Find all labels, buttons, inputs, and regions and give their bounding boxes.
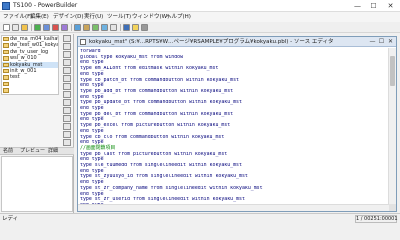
menu-run[interactable]: 実行(U) <box>84 12 103 22</box>
menu-tools[interactable]: ツール(T) <box>107 12 131 22</box>
checkbox-tool-icon[interactable] <box>63 115 71 122</box>
datawindow-icon <box>3 37 9 42</box>
tree-item-label: init_w_001 <box>10 67 37 74</box>
deploy-icon[interactable] <box>52 24 59 31</box>
menu-bar: ファイル(F) 編集(E) デザイン(D) 実行(U) ツール(T) ウィンドウ… <box>0 12 400 22</box>
tab-tool-icon[interactable] <box>63 139 71 146</box>
status-text: レディ <box>2 216 19 222</box>
control-toolbar <box>61 35 73 147</box>
script-icon[interactable] <box>110 24 117 31</box>
resize-grip[interactable] <box>389 204 396 211</box>
menu-window[interactable]: ウィンドウ(W) <box>132 12 169 22</box>
status-bar: レディ 1 / 00251:00001 <box>0 213 400 223</box>
run-icon[interactable] <box>34 24 41 31</box>
vertical-scrollbar[interactable] <box>388 48 396 204</box>
database-icon[interactable] <box>92 24 99 31</box>
datawindow-icon <box>3 43 9 48</box>
window-object-icon <box>3 62 9 67</box>
select-tool-icon[interactable] <box>63 35 71 42</box>
toolbar-separator <box>71 24 72 31</box>
group-tool-icon[interactable] <box>63 99 71 106</box>
folder-icon <box>3 81 9 87</box>
oval-tool-icon[interactable] <box>63 91 71 98</box>
powerbuilder-app-icon <box>2 2 10 10</box>
main-toolbar <box>0 22 400 33</box>
tree-item-label: dw_test_w01_kokyaku_mst <box>10 42 59 49</box>
tree-item-label: dw_tv_user_log <box>10 48 49 55</box>
menu-edit[interactable]: 編集(E) <box>30 12 49 22</box>
menu-design[interactable]: デザイン(D) <box>53 12 84 22</box>
menu-help[interactable]: ヘルプ(H) <box>166 12 191 22</box>
horizontal-scrollbar[interactable] <box>78 204 396 211</box>
scrollbar-thumb[interactable] <box>390 56 395 86</box>
close-button[interactable]: ✕ <box>383 0 398 12</box>
application-icon <box>3 75 9 80</box>
rectangle-tool-icon[interactable] <box>63 83 71 90</box>
inheritance-icon[interactable] <box>12 24 19 31</box>
menu-file[interactable]: ファイル(F) <box>3 12 32 22</box>
window-object-icon <box>3 56 9 61</box>
edit-tool-icon[interactable] <box>63 59 71 66</box>
editor-close-button[interactable]: ✕ <box>386 37 395 47</box>
library-tree: dw_ma_m04_kaihatsu_seizoukyu dw_test_w01… <box>1 35 59 95</box>
toolbar-separator <box>120 24 121 31</box>
debug-icon[interactable] <box>61 24 68 31</box>
panel-content <box>1 156 73 212</box>
window-title: TS100 - PowerBuilder <box>13 2 78 9</box>
picture-tool-icon[interactable] <box>63 67 71 74</box>
open-icon[interactable] <box>21 24 28 31</box>
new-icon[interactable] <box>3 24 10 31</box>
exit-icon[interactable] <box>141 24 148 31</box>
toolbar-separator <box>31 24 32 31</box>
tree-item-label: kokyaku_mst <box>10 61 43 68</box>
window-icon[interactable] <box>101 24 108 31</box>
datawindow-icon <box>3 49 9 55</box>
window-object-icon <box>3 68 9 74</box>
folder-icon <box>3 88 9 93</box>
title-bar: TS100 - PowerBuilder — ☐ ✕ <box>0 0 400 12</box>
editor-maximize-button[interactable]: ☐ <box>377 37 386 47</box>
text-tool-icon[interactable] <box>63 43 71 50</box>
library-panel: dw_ma_m04_kaihatsu_seizoukyu dw_test_w01… <box>0 34 74 213</box>
editor-title-bar: kokyaku_mst" (S:¥...RPTS¥W…ページ¥RSAMPLE¥プ… <box>78 37 396 47</box>
button-tool-icon[interactable] <box>63 51 71 58</box>
line-tool-icon[interactable] <box>63 75 71 82</box>
panel-tabs: 名前 プレビュー 詳細 <box>0 147 74 155</box>
save-icon[interactable] <box>123 24 130 31</box>
tree-item-label: dw_ma_m04_kaihatsu_seizoukyu <box>10 36 58 42</box>
tab-preview[interactable]: プレビュー <box>20 148 45 155</box>
minimize-button[interactable]: — <box>350 0 365 12</box>
source-file-icon <box>80 39 86 45</box>
source-editor-window: kokyaku_mst" (S:¥...RPTS¥W…ページ¥RSAMPLE¥プ… <box>77 36 397 212</box>
select-icon[interactable] <box>74 24 81 31</box>
tab-name[interactable]: 名前 <box>3 148 13 155</box>
cursor-position: 1 / 00251:00001 <box>355 215 398 223</box>
editor-minimize-button[interactable]: — <box>368 37 377 47</box>
maximize-button[interactable]: ☐ <box>366 0 381 12</box>
source-code-area[interactable]: forward global type kokyaku_mst from wind… <box>80 49 385 207</box>
tab-detail[interactable]: 詳細 <box>48 148 58 155</box>
build-icon[interactable] <box>43 24 50 31</box>
datawindow-tool-icon[interactable] <box>63 131 71 138</box>
tree-item-label: wsl_w_010 <box>10 55 37 62</box>
radio-tool-icon[interactable] <box>63 123 71 130</box>
editor-title: kokyaku_mst" (S:¥...RPTS¥W…ページ¥RSAMPLE¥プ… <box>89 39 334 45</box>
library-icon[interactable] <box>83 24 90 31</box>
tree-item[interactable] <box>2 87 58 93</box>
dropdown-tool-icon[interactable] <box>63 107 71 114</box>
tree-item-label: test <box>10 74 20 81</box>
help-icon[interactable] <box>132 24 139 31</box>
